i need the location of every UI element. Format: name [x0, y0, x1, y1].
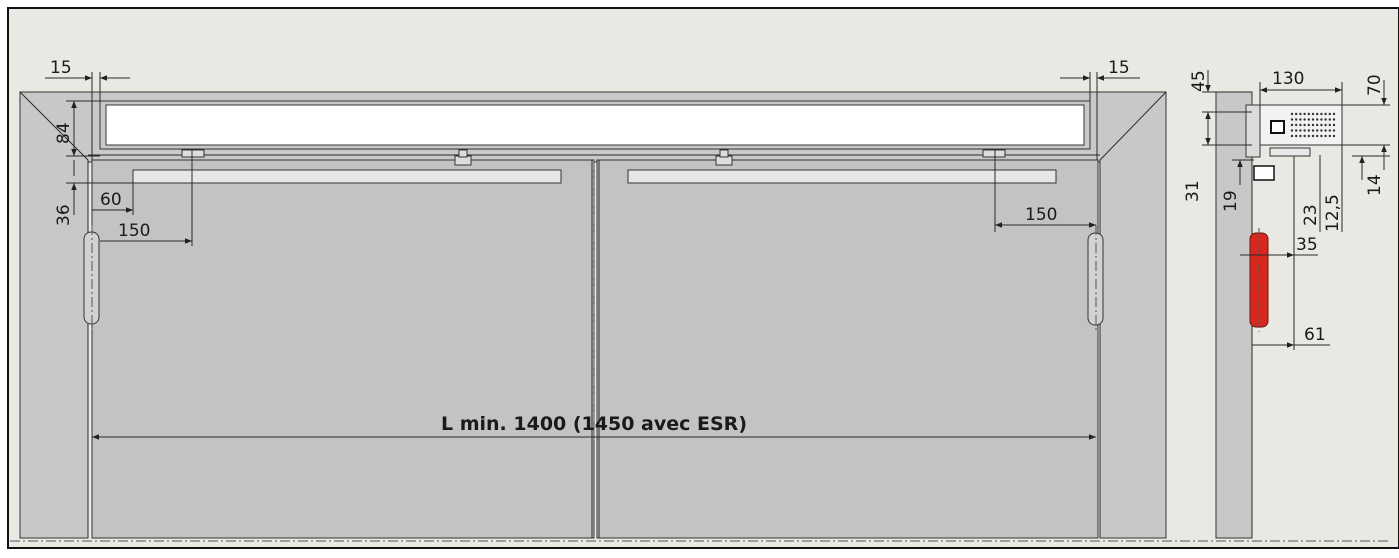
grille-dot	[1307, 129, 1311, 132]
grille-dot	[1303, 118, 1306, 121]
grille-dot	[1320, 118, 1323, 121]
dim-84: 84	[54, 122, 74, 144]
grille-dot	[1316, 123, 1319, 127]
door-leaf-left	[91, 159, 595, 539]
grille-dot	[1324, 134, 1327, 138]
grille-dot	[1311, 129, 1315, 132]
grille-dot	[1316, 112, 1319, 116]
grille-dot	[1324, 118, 1327, 121]
technical-drawing: 15 15 84 36 60 150 150 L min. 1400 (1450…	[0, 0, 1399, 553]
grille-dot	[1299, 129, 1302, 132]
grille-dot	[1307, 134, 1311, 138]
grille-dot	[1299, 118, 1302, 121]
grille-dot	[1303, 129, 1306, 132]
grille-dot	[1295, 118, 1298, 121]
dim-45: 45	[1189, 70, 1209, 92]
grille-dot	[1328, 134, 1332, 138]
dim-12-5: 12,5	[1323, 194, 1343, 232]
grille-dot	[1299, 123, 1302, 127]
dim-150-left: 150	[118, 221, 150, 241]
grille-dot	[1303, 112, 1306, 116]
grille-dot	[1332, 112, 1336, 116]
grille-dot	[1320, 134, 1323, 138]
closer-cover	[105, 104, 1085, 146]
grille-dot	[1316, 118, 1319, 121]
grille-dot	[1332, 134, 1336, 138]
door-leaf-right	[596, 159, 1099, 539]
side-valve	[1270, 120, 1285, 134]
grille-dot	[1307, 118, 1311, 121]
grille-dot	[1324, 112, 1327, 116]
grille-dot	[1332, 123, 1336, 127]
grille-dot	[1320, 129, 1323, 132]
grille-dot	[1307, 112, 1311, 116]
grille-dot	[1324, 129, 1327, 132]
grille-dot	[1316, 134, 1319, 138]
grille-dot	[1295, 123, 1298, 127]
grille-dot	[1299, 112, 1302, 116]
dim-31: 31	[1183, 180, 1203, 202]
dim-14: 14	[1365, 174, 1385, 196]
dim-35: 35	[1296, 235, 1318, 255]
grille-dot	[1311, 134, 1315, 138]
grille-dot	[1295, 134, 1298, 138]
grille-dot	[1290, 123, 1294, 127]
dim-70: 70	[1365, 74, 1385, 96]
grille-dot	[1303, 134, 1306, 138]
grille-dot	[1311, 118, 1315, 121]
dim-23: 23	[1301, 204, 1321, 226]
grille-dot	[1328, 112, 1332, 116]
grille-dot	[1332, 129, 1336, 132]
dim-60: 60	[100, 190, 122, 210]
length-label: L min. 1400 (1450 avec ESR)	[441, 413, 747, 435]
grille-dot	[1320, 112, 1323, 116]
dim-15-right: 15	[1108, 58, 1130, 78]
grille-dot	[1290, 118, 1294, 121]
dim-130: 130	[1272, 69, 1304, 89]
grille-dot	[1316, 129, 1319, 132]
dim-61: 61	[1304, 325, 1326, 345]
side-mounting-plate	[1245, 104, 1261, 158]
grille-dot	[1328, 123, 1332, 127]
dim-15-left: 15	[50, 58, 72, 78]
grille-dot	[1299, 134, 1302, 138]
left-slide-arm	[132, 169, 562, 184]
side-wall	[1215, 91, 1253, 539]
grille-dot	[1328, 129, 1332, 132]
drawing-canvas: 15 15 84 36 60 150 150 L min. 1400 (1450…	[7, 7, 1399, 549]
grille-dot	[1290, 129, 1294, 132]
dim-19: 19	[1221, 190, 1241, 212]
side-slide-block	[1253, 165, 1275, 181]
grille-dot	[1311, 123, 1315, 127]
right-slide-arm	[627, 169, 1057, 184]
grille-dot	[1295, 129, 1298, 132]
grille-dot	[1328, 118, 1332, 121]
grille-dot	[1311, 112, 1315, 116]
grille-dot	[1324, 123, 1327, 127]
grille-dot	[1332, 118, 1336, 121]
grille-dot	[1290, 134, 1294, 138]
grille-dot	[1303, 123, 1306, 127]
grille-dot	[1320, 123, 1323, 127]
grille-dot	[1295, 112, 1298, 116]
side-rail	[1269, 147, 1311, 157]
grille-dot	[1290, 112, 1294, 116]
dim-36: 36	[54, 204, 74, 226]
grille-dot	[1307, 123, 1311, 127]
dim-150-right: 150	[1025, 205, 1057, 225]
